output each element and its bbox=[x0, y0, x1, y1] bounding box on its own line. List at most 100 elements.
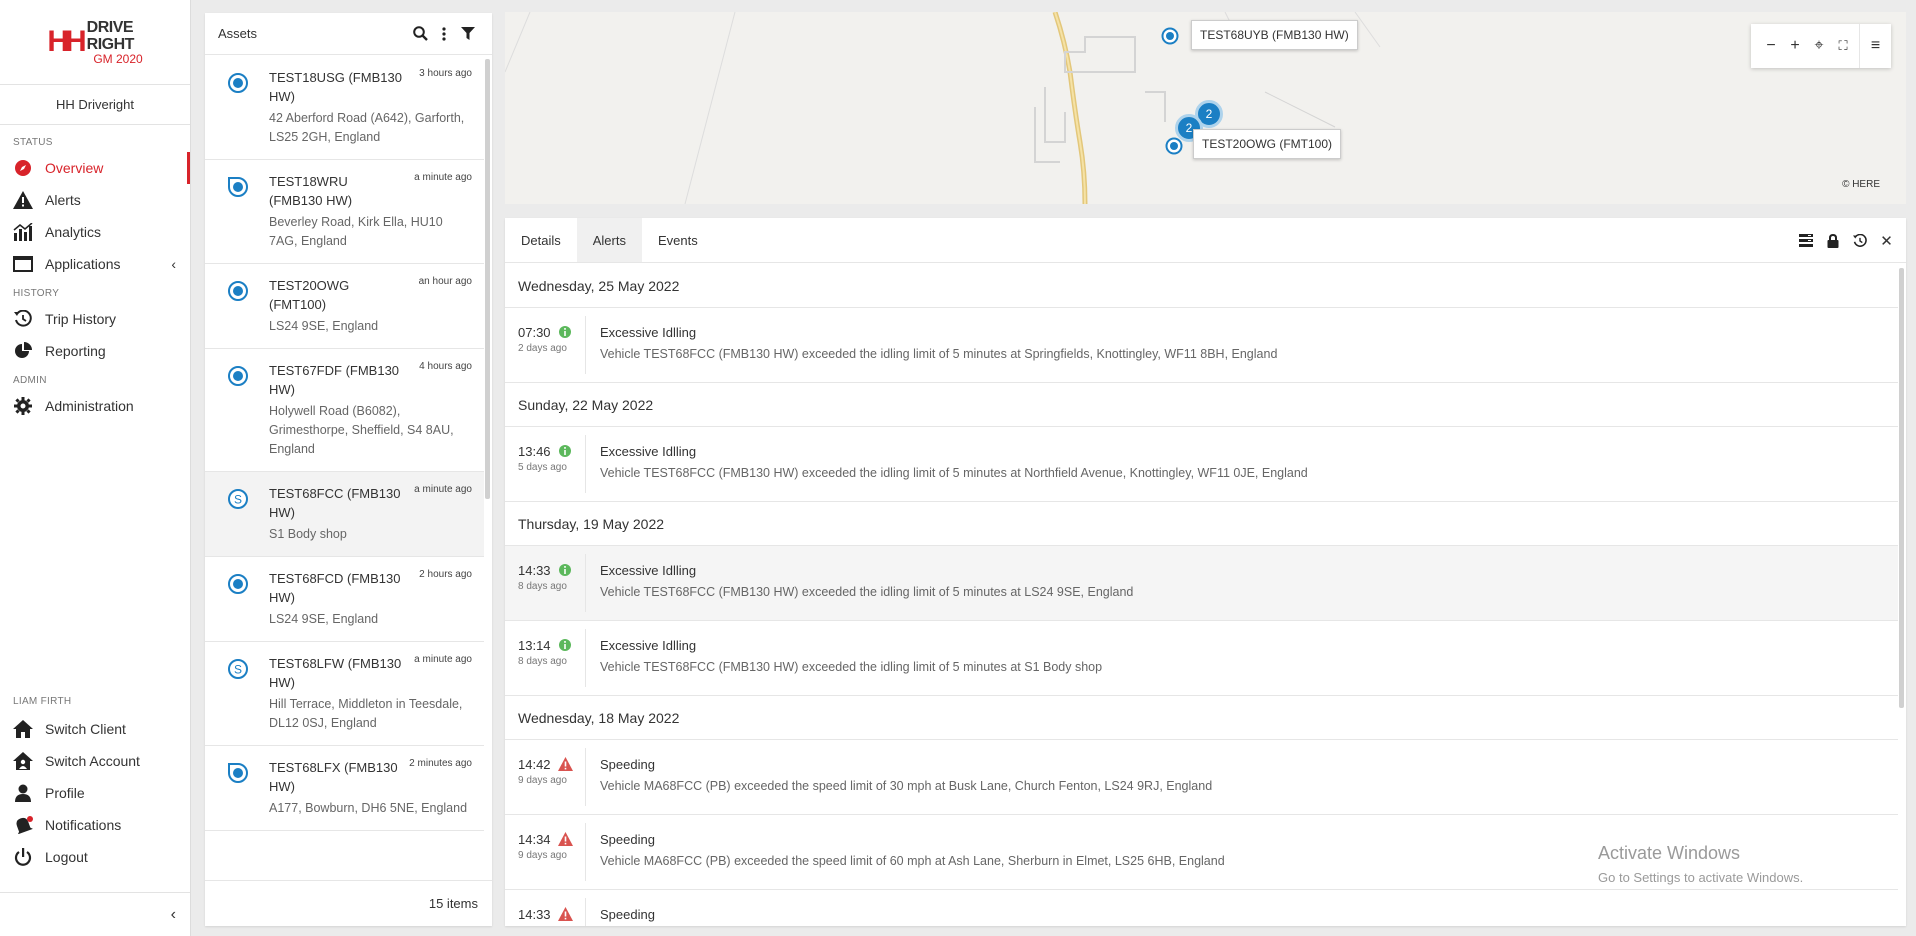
alert-row[interactable]: 14:33 8 days ago Excessive Idlling Vehicle … bbox=[505, 546, 1898, 621]
asset-list-item[interactable]: TEST20OWG (FMT100) an hour ago LS24 9SE, E… bbox=[205, 264, 484, 349]
alert-title: Excessive Idlling bbox=[600, 325, 697, 340]
alert-title: Excessive Idlling bbox=[600, 638, 697, 653]
alert-divider bbox=[585, 898, 586, 926]
alert-relative-time: 2 days ago bbox=[518, 343, 567, 354]
alert-row[interactable]: 13:14 8 days ago Excessive Idlling Vehicle … bbox=[505, 621, 1898, 696]
client-name[interactable]: HH Driveright bbox=[0, 85, 190, 125]
alert-time: 07:30 bbox=[518, 325, 551, 340]
filter-icon[interactable] bbox=[457, 23, 479, 45]
nav-overview[interactable]: Overview bbox=[0, 152, 190, 184]
alert-relative-time: 5 days ago bbox=[518, 462, 567, 473]
home-user-icon bbox=[12, 751, 34, 771]
nav-switch-account-label: Switch Account bbox=[45, 753, 140, 769]
map-vehicle-label[interactable]: TEST20OWG (FMT100) bbox=[1193, 129, 1342, 159]
nav-analytics[interactable]: Analytics bbox=[0, 216, 190, 248]
alerts-list-scrollbar[interactable] bbox=[1899, 268, 1904, 708]
asset-list-item[interactable]: S TEST68FCC (FMB130 HW) a minute ago S1 Bod… bbox=[205, 472, 484, 557]
alert-relative-time: 8 days ago bbox=[518, 656, 567, 667]
close-icon[interactable]: ✕ bbox=[1873, 229, 1900, 253]
asset-address: LS24 9SE, England bbox=[269, 319, 379, 333]
info-icon bbox=[558, 325, 572, 339]
bar-chart-icon bbox=[12, 222, 34, 242]
assets-panel: Assets TEST18USG (FMB130 HW) 3 hours ago 4… bbox=[205, 13, 492, 926]
brand-logo[interactable]: HH DRIVE RIGHT GM 2020 bbox=[0, 0, 190, 85]
site-status-icon: S bbox=[227, 488, 249, 510]
alert-row[interactable]: 13:46 5 days ago Excessive Idlling Vehicle … bbox=[505, 427, 1898, 502]
nav-logout-label: Logout bbox=[45, 849, 88, 865]
warning-icon bbox=[558, 832, 573, 846]
sidebar-collapse-button[interactable]: ‹ bbox=[0, 892, 190, 936]
asset-name: TEST20OWG (FMT100) bbox=[269, 278, 350, 312]
section-admin-label: ADMIN bbox=[13, 375, 47, 386]
asset-address: 42 Aberford Road (A642), Garforth, LS25 … bbox=[269, 111, 465, 144]
asset-list-item[interactable]: TEST68LFX (FMB130 HW) 2 minutes ago A177, … bbox=[205, 746, 484, 831]
alert-title: Excessive Idlling bbox=[600, 563, 697, 578]
nav-switch-client[interactable]: Switch Client bbox=[0, 713, 190, 745]
nav-trip-history-label: Trip History bbox=[45, 311, 117, 327]
section-history-label: HISTORY bbox=[13, 288, 60, 299]
asset-last-seen: 4 hours ago bbox=[419, 361, 472, 372]
asset-address: Holywell Road (B6082), Grimesthorpe, She… bbox=[269, 404, 454, 456]
map-menu-button[interactable]: ≡ bbox=[1859, 24, 1891, 68]
alerts-day-header: Thursday, 19 May 2022 bbox=[505, 502, 1898, 546]
alerts-day-header: Sunday, 22 May 2022 bbox=[505, 383, 1898, 427]
nav-alerts[interactable]: Alerts bbox=[0, 184, 190, 216]
windows-activation-watermark: Activate Windows Go to Settings to activ… bbox=[1598, 843, 1803, 885]
nav-administration[interactable]: Administration bbox=[0, 390, 190, 422]
alert-row[interactable]: 07:30 2 days ago Excessive Idlling Vehicle … bbox=[505, 308, 1898, 383]
stopped-status-icon bbox=[227, 72, 249, 94]
tab-events[interactable]: Events bbox=[642, 218, 714, 262]
lock-icon[interactable] bbox=[1819, 229, 1846, 253]
more-vertical-icon[interactable] bbox=[433, 23, 455, 45]
asset-list-item[interactable]: TEST67FDF (FMB130 HW) 4 hours ago Holywell… bbox=[205, 349, 484, 472]
nav-profile[interactable]: Profile bbox=[0, 777, 190, 809]
nav-notifications-label: Notifications bbox=[45, 817, 122, 833]
asset-name: TEST68FCC (FMB130 HW) bbox=[269, 486, 401, 520]
asset-address: S1 Body shop bbox=[269, 527, 347, 541]
nav-notifications[interactable]: Notifications bbox=[0, 809, 190, 841]
asset-name: TEST68LFX (FMB130 HW) bbox=[269, 760, 398, 794]
nav-logout[interactable]: Logout bbox=[0, 841, 190, 873]
zoom-in-button[interactable]: + bbox=[1783, 34, 1807, 58]
asset-name: TEST68FCD (FMB130 HW) bbox=[269, 571, 401, 605]
zoom-out-button[interactable]: − bbox=[1759, 34, 1783, 58]
map-copyright: © HERE bbox=[1842, 179, 1880, 190]
history-icon[interactable] bbox=[1846, 229, 1873, 253]
list-settings-icon[interactable] bbox=[1792, 229, 1819, 253]
tab-details[interactable]: Details bbox=[505, 218, 577, 262]
alert-time: 13:14 bbox=[518, 638, 551, 653]
alert-row[interactable]: 14:42 9 days ago Speeding Vehicle MA68FCC (… bbox=[505, 740, 1898, 815]
nav-switch-account[interactable]: Switch Account bbox=[0, 745, 190, 777]
stopped-status-icon bbox=[227, 365, 249, 387]
tab-alerts[interactable]: Alerts bbox=[576, 218, 642, 262]
nav-applications[interactable]: Applications ‹ bbox=[0, 248, 190, 280]
asset-list-item[interactable]: TEST18USG (FMB130 HW) 3 hours ago 42 Aberf… bbox=[205, 56, 484, 160]
nav-reporting[interactable]: Reporting bbox=[0, 335, 190, 367]
asset-list-item[interactable]: TEST68FCD (FMB130 HW) 2 hours ago LS24 9SE… bbox=[205, 557, 484, 642]
nav-profile-label: Profile bbox=[45, 785, 85, 801]
search-icon[interactable] bbox=[409, 23, 431, 45]
asset-list-item[interactable]: S TEST68LFW (FMB130 HW) a minute ago Hill T… bbox=[205, 642, 484, 746]
site-status-icon: S bbox=[227, 658, 249, 680]
stopped-status-icon bbox=[227, 280, 249, 302]
map-vehicle-marker[interactable] bbox=[1161, 27, 1179, 45]
locate-icon[interactable]: ⌖ bbox=[1807, 34, 1831, 58]
alert-divider bbox=[585, 629, 586, 687]
map-vehicle-marker[interactable] bbox=[1165, 137, 1183, 155]
info-icon bbox=[558, 444, 572, 458]
map-vehicle-label[interactable]: TEST68UYB (FMB130 HW) bbox=[1191, 20, 1358, 50]
asset-list-scrollbar[interactable] bbox=[485, 59, 490, 499]
fullscreen-icon[interactable]: ⛶ bbox=[1831, 34, 1855, 58]
warning-icon bbox=[12, 190, 34, 210]
moving-status-icon bbox=[227, 762, 249, 784]
alert-description: Vehicle TEST68FCC (FMB130 HW) exceeded t… bbox=[600, 347, 1278, 361]
alert-row[interactable]: 14:33 Speeding bbox=[505, 890, 1898, 926]
gear-icon bbox=[12, 396, 34, 416]
asset-list-item[interactable]: TEST18WRU (FMB130 HW) a minute ago Beverle… bbox=[205, 160, 484, 264]
asset-address: A177, Bowburn, DH6 5NE, England bbox=[269, 801, 468, 815]
nav-trip-history[interactable]: Trip History bbox=[0, 303, 190, 335]
asset-name: TEST18USG (FMB130 HW) bbox=[269, 70, 402, 104]
chevron-left-icon[interactable]: ‹ bbox=[171, 256, 176, 272]
alert-description: Vehicle MA68FCC (PB) exceeded the speed … bbox=[600, 779, 1213, 793]
map-view[interactable]: TEST68UYB (FMB130 HW) 2 2 TEST20OWG (FMT… bbox=[505, 12, 1906, 204]
